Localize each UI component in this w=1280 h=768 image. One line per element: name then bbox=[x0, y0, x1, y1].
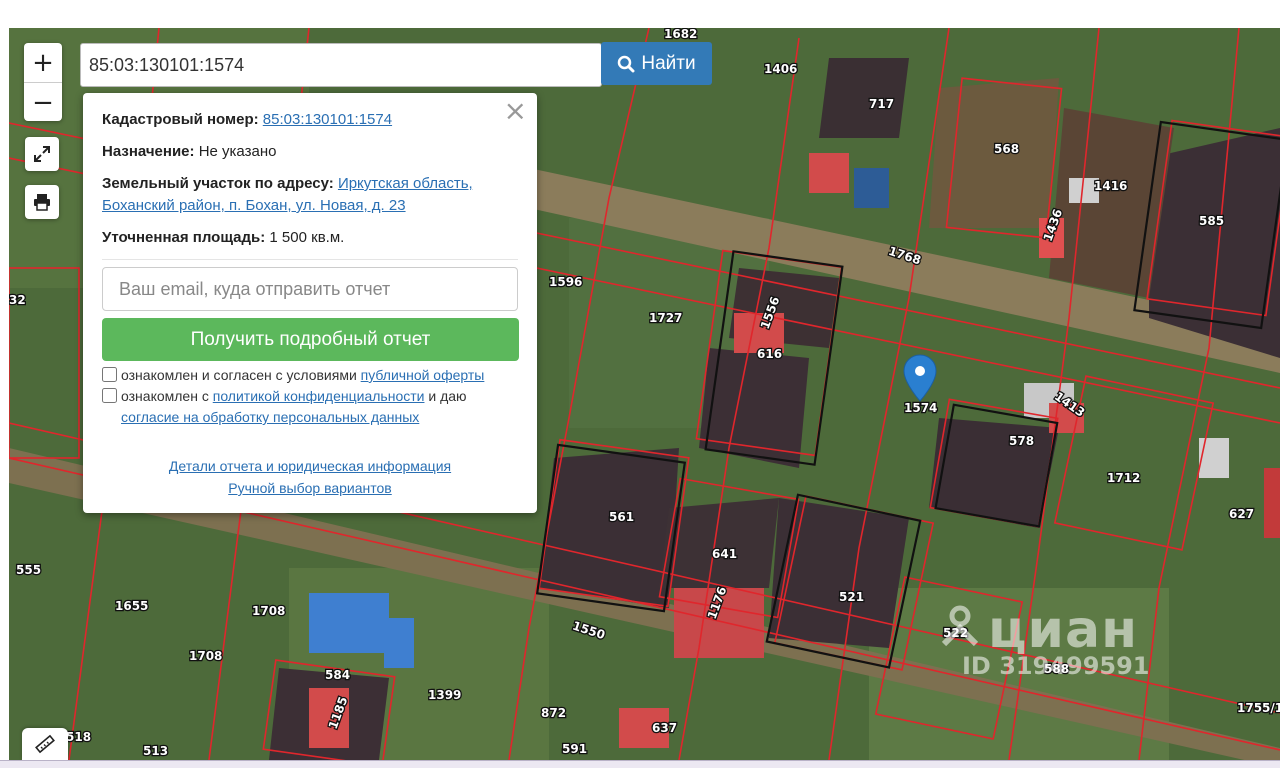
privacy-consent-label: ознакомлен с bbox=[121, 388, 209, 404]
print-button[interactable] bbox=[25, 185, 59, 219]
parcel-label: 1655 bbox=[115, 599, 148, 613]
privacy-consent-checkbox[interactable] bbox=[102, 388, 117, 403]
parcel-label: 1708 bbox=[252, 604, 285, 618]
ruler-button[interactable] bbox=[22, 728, 68, 760]
parcel-label: 561 bbox=[609, 510, 634, 524]
cadastral-number-row: Кадастровый номер: 85:03:130101:1574 bbox=[102, 109, 518, 131]
cadastral-label: Кадастровый номер: bbox=[102, 111, 259, 128]
parcel-label: 1596 bbox=[549, 275, 582, 289]
zoom-out-button[interactable]: − bbox=[24, 83, 62, 122]
parcel-label: 1755/1 bbox=[1237, 701, 1280, 715]
ruler-icon bbox=[35, 734, 55, 754]
purpose-label: Назначение: bbox=[102, 143, 195, 160]
cadastral-number-link[interactable]: 85:03:130101:1574 bbox=[263, 111, 392, 128]
area-value: 1 500 кв.м. bbox=[269, 229, 345, 246]
search-button[interactable]: Найти bbox=[601, 42, 712, 85]
offer-consent-label: ознакомлен и согласен с условиями bbox=[121, 367, 357, 383]
fullscreen-button[interactable] bbox=[25, 137, 59, 171]
area-row: Уточненная площадь: 1 500 кв.м. bbox=[102, 227, 518, 249]
email-input[interactable] bbox=[102, 267, 518, 311]
parcel-label: 578 bbox=[1009, 434, 1034, 448]
parcel-label: 522 bbox=[943, 626, 968, 640]
parcel-label: 641 bbox=[712, 547, 737, 561]
parcel-info-popup: × Кадастровый номер: 85:03:130101:1574 Н… bbox=[83, 93, 537, 513]
parcel-label: 521 bbox=[839, 590, 864, 604]
parcel-label: 588 bbox=[1044, 662, 1069, 676]
divider bbox=[102, 259, 518, 260]
parcel-label: 717 bbox=[869, 97, 894, 111]
parcel-label: 513 bbox=[143, 744, 168, 758]
purpose-value: Не указано bbox=[198, 143, 277, 160]
parcel-label: 555 bbox=[16, 563, 41, 577]
marker-label: 1574 bbox=[904, 401, 937, 415]
parcel-label: 627 bbox=[1229, 507, 1254, 521]
zoom-control: + − bbox=[24, 43, 62, 121]
get-report-button[interactable]: Получить подробный отчет bbox=[102, 318, 519, 361]
parcel-label: 32 bbox=[9, 293, 26, 307]
parcel-label: 1708 bbox=[189, 649, 222, 663]
personal-data-consent-link[interactable]: согласие на обработку персональных данны… bbox=[121, 409, 419, 425]
zoom-in-button[interactable]: + bbox=[24, 43, 62, 83]
offer-consent-row: ознакомлен и согласен с условиями публич… bbox=[102, 365, 518, 386]
parcel-label: 591 bbox=[562, 742, 587, 756]
parcel-label: 1406 bbox=[764, 62, 797, 76]
parcel-label: 637 bbox=[652, 721, 677, 735]
privacy-consent-text: ознакомлен с политикой конфиденциальност… bbox=[121, 386, 467, 428]
parcel-label: 518 bbox=[66, 730, 91, 744]
parcel-label: 872 bbox=[541, 706, 566, 720]
parcel-label: 1399 bbox=[428, 688, 461, 702]
parcel-label: 584 bbox=[325, 668, 350, 682]
address-row: Земельный участок по адресу: Иркутская о… bbox=[102, 173, 518, 217]
search-icon bbox=[618, 55, 635, 72]
parcel-label: 616 bbox=[757, 347, 782, 361]
purpose-row: Назначение: Не указано bbox=[102, 141, 518, 163]
parcel-label: 1727 bbox=[649, 311, 682, 325]
privacy-policy-link[interactable]: политикой конфиденциальности bbox=[213, 388, 425, 404]
cadastral-search-input[interactable] bbox=[80, 43, 602, 87]
parcel-label: 1712 bbox=[1107, 471, 1140, 485]
manual-selection-link[interactable]: Ручной выбор вариантов bbox=[228, 477, 392, 499]
popup-footer-links: Детали отчета и юридическая информация Р… bbox=[102, 455, 518, 499]
report-details-link[interactable]: Детали отчета и юридическая информация bbox=[169, 455, 451, 477]
parcel-label: 585 bbox=[1199, 214, 1224, 228]
expand-icon bbox=[34, 146, 50, 162]
privacy-consent-label-2: и даю bbox=[428, 388, 467, 404]
parcel-label: 1416 bbox=[1094, 179, 1127, 193]
public-offer-link[interactable]: публичной оферты bbox=[361, 367, 485, 383]
parcel-label: 1682 bbox=[664, 28, 697, 41]
parcel-label: 568 bbox=[994, 142, 1019, 156]
address-label: Земельный участок по адресу: bbox=[102, 175, 334, 192]
area-label: Уточненная площадь: bbox=[102, 229, 266, 246]
privacy-consent-row: ознакомлен с политикой конфиденциальност… bbox=[102, 386, 518, 428]
offer-consent-text: ознакомлен и согласен с условиями публич… bbox=[121, 365, 484, 386]
close-icon[interactable]: × bbox=[504, 97, 527, 125]
print-icon bbox=[34, 194, 50, 211]
search-button-label: Найти bbox=[641, 52, 696, 74]
offer-consent-checkbox[interactable] bbox=[102, 367, 117, 382]
